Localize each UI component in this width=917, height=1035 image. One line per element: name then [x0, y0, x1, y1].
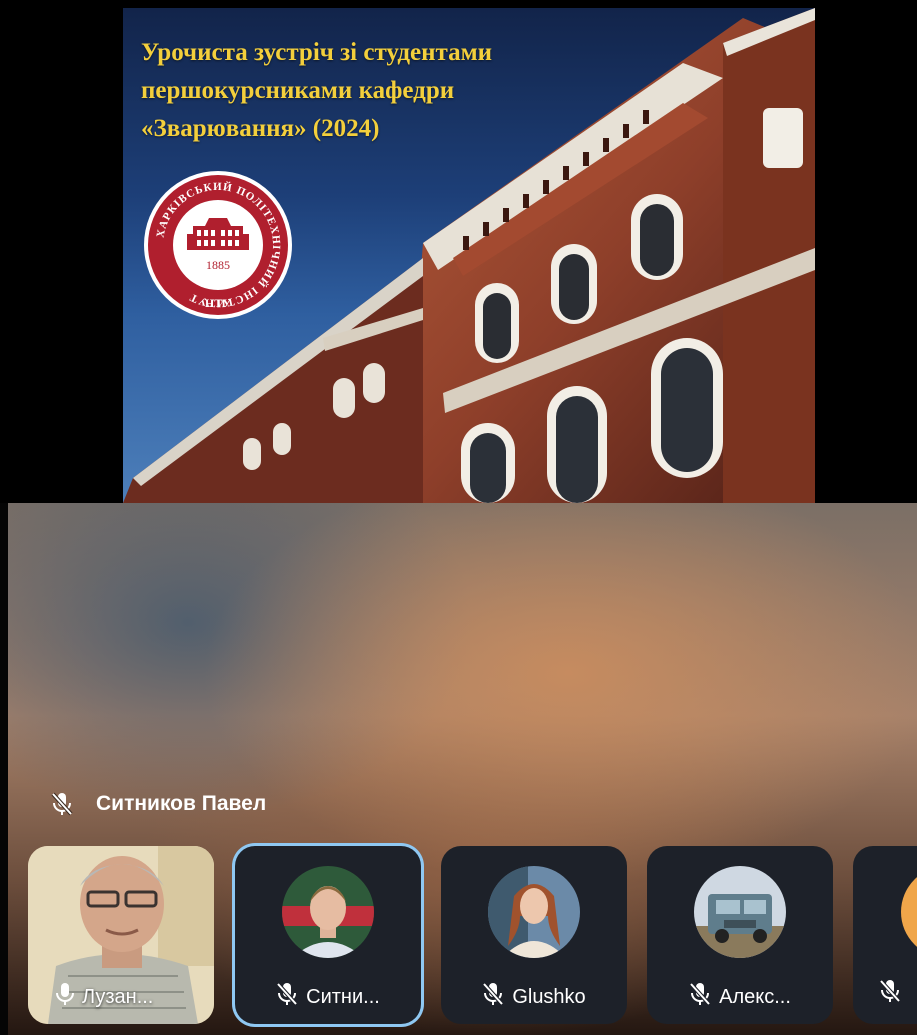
shared-screen[interactable]: Урочиста зустріч зі студентами першокурс… — [0, 0, 917, 503]
participant-label: Алекс... — [647, 980, 833, 1014]
mic-off-icon — [276, 982, 298, 1012]
active-speaker-name: Ситников Павел — [96, 792, 267, 815]
presentation-slide: Урочиста зустріч зі студентами першокурс… — [123, 8, 815, 503]
mic-off-icon — [689, 982, 711, 1012]
slide-title-line: першокурсниками кафедри — [141, 77, 455, 104]
active-speaker-indicator: Ситников Павел — [50, 786, 266, 822]
participant-tile[interactable]: Лузан... — [28, 846, 214, 1024]
participant-tile[interactable]: Алекс... — [647, 846, 833, 1024]
participant-tile[interactable] — [853, 846, 917, 1024]
avatar — [282, 866, 374, 958]
participant-label: Лузан... — [28, 980, 214, 1014]
participant-name: Лузан... — [82, 985, 154, 1008]
university-seal-logo: ХАРКІВСЬКИЙ ПОЛІТЕХНІЧНИЙ ІНСТИТУТ 1885 … — [144, 171, 292, 319]
participant-label: Glushko — [441, 980, 627, 1014]
avatar — [901, 866, 917, 958]
participant-name: Ситни... — [306, 985, 380, 1008]
participant-label — [879, 979, 901, 1008]
mic-off-icon — [50, 791, 74, 817]
mic-off-icon — [482, 982, 504, 1012]
participant-name: Алекс... — [719, 985, 791, 1008]
participant-name: Glushko — [512, 985, 586, 1008]
participant-tile[interactable]: Ситни... — [235, 846, 421, 1024]
seal-abbr: НТУ — [205, 296, 231, 310]
avatar — [488, 866, 580, 958]
slide-title-line: Урочиста зустріч зі студентами — [141, 39, 493, 66]
slide-title: Урочиста зустріч зі студентами першокурс… — [141, 34, 701, 148]
avatar — [694, 866, 786, 958]
participant-tile[interactable]: Glushko — [441, 846, 627, 1024]
slide-title-line: «Зварювання» (2024) — [141, 115, 380, 142]
mic-off-icon — [879, 979, 901, 1007]
participant-label: Ситни... — [235, 980, 421, 1014]
seal-year: 1885 — [206, 258, 230, 272]
mic-on-icon — [56, 982, 74, 1012]
